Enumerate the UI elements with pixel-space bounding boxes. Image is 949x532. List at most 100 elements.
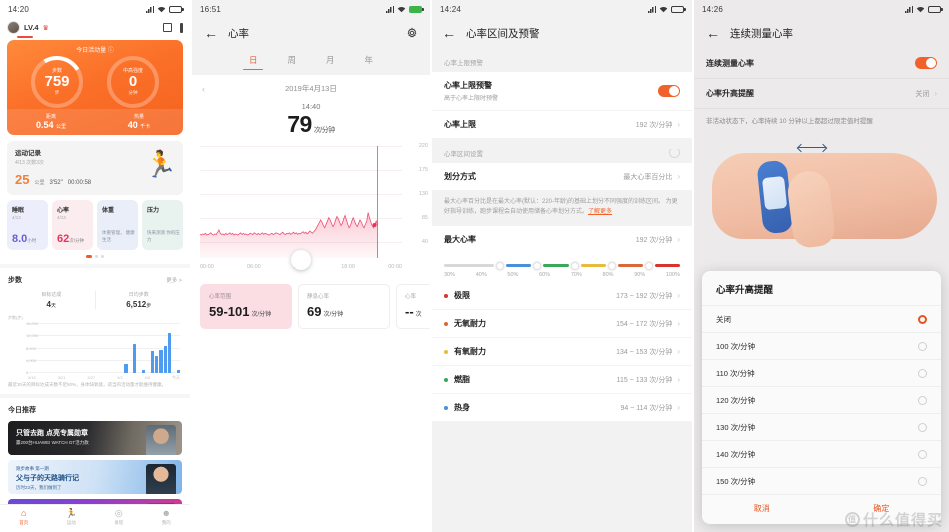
tab-discover[interactable]: ◎ 发现 <box>95 505 143 532</box>
dialog-option-140[interactable]: 140 次/分钟 <box>702 440 941 467</box>
activity-hero-card[interactable]: 今日活动量 ⓘ 步数 759 步 中高强度 0 分钟 距离 0.54 公里 热量… <box>7 39 183 135</box>
continuous-hr-title: 连续测量心率 <box>706 58 754 68</box>
prev-day-icon[interactable]: ‹ <box>202 84 205 94</box>
weight-card[interactable]: 体重 体重管理， 健康生活 <box>97 199 138 250</box>
resting-hr-label: 静息心率 <box>307 294 330 300</box>
back-arrow-icon[interactable]: ← <box>204 26 218 40</box>
dialog-option-off[interactable]: 关闭 <box>702 305 941 332</box>
cancel-button[interactable]: 取消 <box>702 495 822 524</box>
tab-year[interactable]: 年 <box>365 54 374 70</box>
signal-icon <box>905 5 913 13</box>
menu-icon[interactable] <box>180 22 183 33</box>
max-hr-row[interactable]: 最大心率 192 次/分钟 › <box>432 226 692 254</box>
wifi-icon <box>916 6 925 12</box>
battery-icon <box>409 5 424 13</box>
zone-row-aerobic[interactable]: 有氧耐力 134 ~ 153 次/分钟 › <box>432 338 692 367</box>
continuous-hr-row[interactable]: 连续测量心率 <box>694 48 949 79</box>
dialog-option-110[interactable]: 110 次/分钟 <box>702 359 941 386</box>
distance-label: 距离 <box>45 113 56 120</box>
zone-knob-5[interactable] <box>644 261 653 270</box>
learn-more-link[interactable]: 了解更多 <box>588 209 612 215</box>
heartrate-chart[interactable]: 220 175 130 85 40 <box>200 143 428 270</box>
tab-exercise[interactable]: 🏃 运动 <box>48 505 96 532</box>
third-hr-unit: 次 <box>415 312 422 318</box>
zone-knob-1[interactable] <box>496 261 505 270</box>
zone-row-warmup[interactable]: 热身 94 ~ 114 次/分钟 › <box>432 394 692 423</box>
radio-selected-icon[interactable] <box>918 314 927 324</box>
heartrate-area <box>200 212 378 258</box>
user-block[interactable]: LV.4 ♛ <box>7 21 49 34</box>
dialog-option-150[interactable]: 150 次/分钟 <box>702 467 941 494</box>
gear-icon[interactable] <box>406 27 418 39</box>
steps-bar <box>159 350 163 373</box>
zone-row-extreme[interactable]: 极限 173 ~ 192 次/分钟 › <box>432 282 692 311</box>
hr-range-card[interactable]: 心率范围 59-101 次/分钟 <box>200 284 292 329</box>
workout-record-card[interactable]: 🏃 运动记录 4/13 次数3次 25 公里 3'52" 00:00:58 <box>7 140 183 195</box>
back-arrow-icon[interactable]: ← <box>442 26 456 40</box>
tab-profile[interactable]: ☻ 我的 <box>143 505 191 532</box>
radio-icon[interactable] <box>918 341 927 351</box>
division-method-row[interactable]: 划分方式 最大心率百分比 › <box>432 163 692 190</box>
steps-note: 最近30天的目标达成天数不足50%，身体缺氧能，适当的活动量才能维持健康。 <box>8 381 167 387</box>
steps-xtick-4: 4/3 <box>117 374 123 380</box>
hr-range-unit: 次/分钟 <box>251 312 272 318</box>
sleep-card[interactable]: 睡眠 4/13 8.0小时 <box>7 199 48 250</box>
hr-upper-alert-toggle[interactable] <box>658 85 680 97</box>
page-title: 心率区间及预警 <box>466 27 540 40</box>
scan-icon[interactable] <box>163 23 172 32</box>
zone-segment-anaerobic <box>617 264 643 268</box>
chart-scrubber[interactable] <box>291 250 311 270</box>
zone-warmup-left: 热身 <box>444 402 470 413</box>
hr-limit-row[interactable]: 心率上限 192 次/分钟 › <box>432 111 692 138</box>
zone-slider[interactable] <box>444 261 680 270</box>
back-arrow-icon[interactable]: ← <box>706 26 720 40</box>
intensity-ring-unit: 分钟 <box>128 90 138 96</box>
third-hr-card[interactable]: 心率 -- 次 <box>396 284 430 329</box>
zone-knob-3[interactable] <box>570 261 579 270</box>
distance-stat: 距离 0.54 公里 <box>7 109 95 135</box>
radio-icon[interactable] <box>918 395 927 405</box>
resting-hr-card[interactable]: 静息心率 69 次/分钟 <box>298 284 390 329</box>
dialog-option-100[interactable]: 100 次/分钟 <box>702 332 941 359</box>
radio-icon[interactable] <box>918 476 927 486</box>
banner-1[interactable]: 只管去跑 点亮专属勋章 赢200台HUAWEI WATCH GT活力款 <box>8 420 182 455</box>
steps-bar <box>163 345 167 373</box>
avg-steps-label: 日均步数 <box>128 291 149 298</box>
tab-home[interactable]: ⌂ 首页 <box>0 505 48 532</box>
screenshot-stage: 14:20 LV.4 ♛ 今日活动量 ⓘ 步数 759 步 中高强度 0 分钟 … <box>0 0 949 532</box>
tab-month[interactable]: 月 <box>326 54 335 70</box>
zone-row-fatburn[interactable]: 燃脂 115 ~ 133 次/分钟 › <box>432 366 692 395</box>
dialog-option-120[interactable]: 120 次/分钟 <box>702 386 941 413</box>
zone-segment-warmup <box>506 264 532 268</box>
zone-knob-2[interactable] <box>533 261 542 270</box>
steps-more-link[interactable]: 更多 > <box>166 276 182 284</box>
avatar[interactable] <box>7 21 20 34</box>
carousel-dots[interactable] <box>0 250 190 264</box>
slider-tick-80: 80% <box>602 272 614 279</box>
radio-icon[interactable] <box>918 368 927 378</box>
tab-exercise-label: 运动 <box>66 520 76 525</box>
zone-fatburn-range: 115 ~ 133 次/分钟 <box>616 376 673 384</box>
carousel-dot-1[interactable] <box>86 254 92 258</box>
hr-upper-alert-row[interactable]: 心率上限预警 高于心率上限时预警 <box>432 72 692 111</box>
dialog-option-130[interactable]: 130 次/分钟 <box>702 413 941 440</box>
avg-steps-value: 6,512步 <box>96 300 183 309</box>
carousel-dot-3[interactable] <box>101 254 104 258</box>
distance-number: 0.54 <box>35 119 54 130</box>
radio-icon[interactable] <box>918 449 927 459</box>
zone-knob-4[interactable] <box>607 261 616 270</box>
chevron-right-icon: › <box>934 89 937 98</box>
zone-row-anaerobic[interactable]: 无氧耐力 154 ~ 172 次/分钟 › <box>432 310 692 339</box>
radio-icon[interactable] <box>918 422 927 432</box>
status-icons-3 <box>648 5 686 13</box>
hr-elevated-alert-row[interactable]: 心率升高提醒 关闭 › <box>694 79 949 109</box>
heartrate-card[interactable]: 心率 4/13 62次/分钟 <box>52 199 93 250</box>
zone-fatburn-right: 115 ~ 133 次/分钟 › <box>617 375 680 385</box>
stress-card[interactable]: 压力 快来测测 你的压力 <box>142 199 183 250</box>
carousel-dot-2[interactable] <box>95 254 98 258</box>
continuous-hr-toggle[interactable] <box>915 57 937 69</box>
zone-slider-wrap: 30% 40% 50% 60% 70% 80% 90% 100% <box>432 253 692 283</box>
tab-day[interactable]: 日 <box>243 54 263 70</box>
banner-2[interactable]: 跑步故事 第一期 父与子的天路骑行记 历时23天，我们做到了 <box>8 459 182 494</box>
tab-week[interactable]: 周 <box>287 54 296 70</box>
